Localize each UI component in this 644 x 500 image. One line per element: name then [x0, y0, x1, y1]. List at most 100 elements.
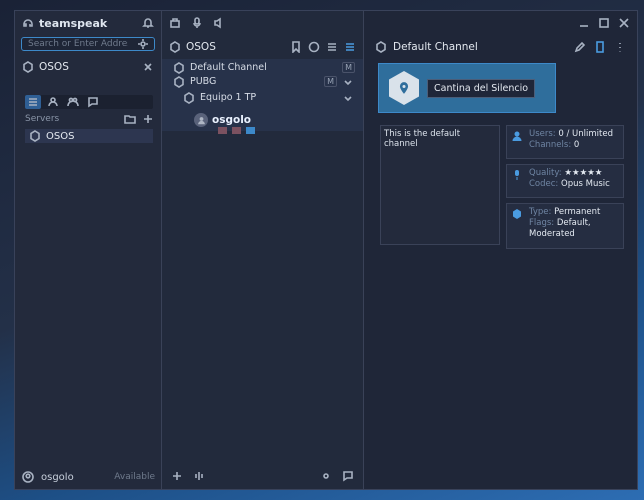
channel-tree-panel: OSOS Default Channel M PUBG M Equipo 1 T…: [162, 11, 364, 489]
left-panel: teamspeak OSOS Servers: [15, 11, 162, 489]
channel-hex-icon: [374, 40, 388, 54]
folder-icon[interactable]: [123, 112, 137, 126]
right-header: Default Channel: [364, 35, 637, 59]
users-value: 0 / Unlimited: [558, 129, 613, 139]
list-view-icon[interactable]: [325, 40, 339, 54]
user-silhouette-icon: [197, 116, 205, 124]
speaker-muted-icon: [232, 127, 241, 134]
user-avatar-icon[interactable]: [21, 470, 35, 484]
moderated-badge: M: [324, 76, 337, 87]
servers-label: Servers: [25, 114, 60, 124]
server-item-label: OSOS: [46, 130, 75, 142]
teamspeak-window: teamspeak OSOS Servers: [14, 10, 638, 490]
server-hex-icon: [168, 40, 182, 54]
channel-hex-icon: [172, 75, 186, 89]
channel-label: Default Channel: [190, 62, 267, 73]
chat-icon[interactable]: [341, 469, 355, 483]
tab-chat-icon[interactable]: [85, 95, 101, 109]
channels-value: 0: [573, 140, 580, 150]
middle-header: OSOS: [162, 35, 363, 59]
quality-key: Quality:: [529, 168, 562, 178]
channel-label: Equipo 1 TP: [200, 92, 257, 103]
channel-info-panel: Default Channel Cantina del Silencio Thi…: [364, 11, 637, 489]
channel-hex-icon: [182, 91, 196, 105]
flags-key: Flags:: [529, 218, 555, 228]
search-input[interactable]: [26, 38, 130, 50]
codec-key: Codec:: [529, 179, 559, 189]
left-header: teamspeak: [15, 11, 161, 35]
edit-icon[interactable]: [573, 40, 587, 54]
bell-icon[interactable]: [141, 16, 155, 30]
middle-header-title: OSOS: [186, 41, 216, 53]
tab-groups-icon[interactable]: [65, 95, 81, 109]
right-header-title: Default Channel: [393, 41, 478, 53]
client-row[interactable]: osgolo: [194, 113, 251, 127]
close-window-icon[interactable]: [617, 16, 631, 30]
type-value: Permanent: [554, 207, 601, 217]
server-info-icon[interactable]: [307, 40, 321, 54]
channel-label: PUBG: [190, 76, 217, 87]
tab-contacts-icon[interactable]: [45, 95, 61, 109]
window-controls: [364, 11, 637, 35]
channel-banner-name: Cantina del Silencio: [427, 78, 536, 98]
maximize-icon[interactable]: [597, 16, 611, 30]
connect-icon[interactable]: [168, 16, 182, 30]
server-hex-icon: [28, 129, 42, 143]
channel-banner: Cantina del Silencio: [378, 63, 556, 113]
chevron-down-icon[interactable]: [341, 75, 355, 89]
channels-key: Channels:: [529, 140, 572, 150]
bookmark-icon[interactable]: [289, 40, 303, 54]
add-server-icon[interactable]: [141, 112, 155, 126]
more-icon[interactable]: [613, 40, 627, 54]
quality-info-box: Quality: ★★★★★ Codec: Opus Music: [506, 164, 624, 198]
close-icon[interactable]: [141, 60, 155, 74]
microphone-icon[interactable]: [190, 16, 204, 30]
detail-view-icon[interactable]: [343, 40, 357, 54]
server-title: OSOS: [39, 61, 69, 73]
channel-pubg[interactable]: PUBG M: [172, 75, 355, 88]
channel-equipo[interactable]: Equipo 1 TP: [182, 91, 355, 104]
away-icon: [246, 127, 255, 134]
user-avatar: [194, 113, 208, 127]
footer-username[interactable]: osgolo: [41, 472, 74, 483]
middle-toolbar: [162, 11, 363, 35]
add-icon[interactable]: [170, 469, 184, 483]
microphone-icon: [511, 169, 523, 181]
client-status-icons: [218, 127, 255, 134]
search-box: [21, 37, 155, 51]
codec-value: Opus Music: [561, 179, 610, 189]
servers-section-header: Servers: [25, 112, 155, 126]
speaker-icon[interactable]: [212, 16, 226, 30]
users-key: Users:: [529, 129, 556, 139]
channel-detail-icon[interactable]: [593, 40, 607, 54]
server-list-item[interactable]: OSOS: [25, 129, 153, 143]
channel-hex-icon: [511, 208, 523, 220]
description-text: This is the default channel: [384, 129, 461, 149]
quality-value: ★★★★★: [564, 168, 603, 178]
channel-description: This is the default channel: [380, 125, 500, 245]
footer-status[interactable]: Available: [114, 472, 155, 482]
users-icon: [511, 130, 523, 142]
brand-logo: teamspeak: [39, 16, 108, 30]
chevron-down-icon[interactable]: [341, 91, 355, 105]
server-title-row: OSOS: [21, 59, 155, 75]
tab-list-icon[interactable]: [25, 95, 41, 109]
server-hex-icon: [21, 60, 35, 74]
minimize-icon[interactable]: [577, 16, 591, 30]
settings-icon[interactable]: [319, 469, 333, 483]
channel-hex-icon: [172, 61, 186, 75]
type-info-box: Type: Permanent Flags: Default, Moderate…: [506, 203, 624, 249]
channel-default[interactable]: Default Channel M: [172, 61, 355, 74]
moderated-badge: M: [342, 62, 355, 73]
mic-muted-icon: [218, 127, 227, 134]
client-name: osgolo: [212, 114, 252, 126]
channel-badge-icon: [389, 71, 419, 105]
users-info-box: Users: 0 / Unlimited Channels: 0: [506, 125, 624, 159]
gear-icon[interactable]: [136, 37, 150, 51]
left-footer: osgolo Available: [21, 469, 155, 485]
headset-icon[interactable]: [21, 16, 35, 30]
voice-level-icon[interactable]: [192, 469, 206, 483]
left-tabs: [25, 95, 153, 109]
middle-footer: [170, 469, 355, 483]
type-key: Type:: [529, 207, 552, 217]
